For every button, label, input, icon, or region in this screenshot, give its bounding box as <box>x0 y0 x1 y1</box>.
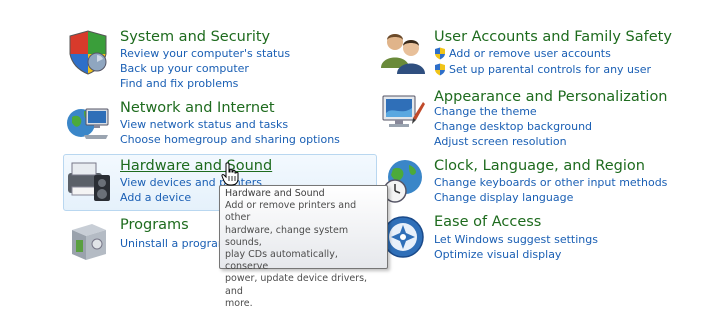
link-add-remove-accounts[interactable]: Add or remove user accounts <box>434 46 611 61</box>
category-title[interactable]: Programs <box>120 216 189 234</box>
tooltip-line: play CDs automatically, conserve <box>225 249 338 273</box>
hand-cursor-icon <box>221 162 239 186</box>
tooltip-title: Hardware and Sound <box>225 188 325 199</box>
monitor-paint-icon <box>382 95 425 127</box>
tooltip-line: hardware, change system sounds, <box>225 224 349 248</box>
tooltip-line: power, update device drivers, and <box>225 273 368 297</box>
tooltip-line: Add or remove printers and other <box>225 200 357 224</box>
link-desktop-background[interactable]: Change desktop background <box>434 119 592 134</box>
link-display-language[interactable]: Change display language <box>434 190 573 205</box>
link-homegroup[interactable]: Choose homegroup and sharing options <box>120 132 340 147</box>
programs-box-icon <box>72 224 106 260</box>
link-keyboards[interactable]: Change keyboards or other input methods <box>434 175 667 190</box>
category-title[interactable]: System and Security <box>120 28 270 46</box>
link-change-theme[interactable]: Change the theme <box>434 104 537 119</box>
network-globe-icon <box>67 108 109 139</box>
link-uninstall[interactable]: Uninstall a program <box>120 236 229 251</box>
link-screen-resolution[interactable]: Adjust screen resolution <box>434 134 567 149</box>
hardware-sound-tooltip: Hardware and Sound Add or remove printer… <box>219 185 388 309</box>
link-network-status[interactable]: View network status and tasks <box>120 117 288 132</box>
link-suggest-settings[interactable]: Let Windows suggest settings <box>434 232 598 247</box>
category-title[interactable]: User Accounts and Family Safety <box>434 28 672 46</box>
link-add-device[interactable]: Add a device <box>120 190 191 205</box>
printer-icon <box>68 162 110 201</box>
link-parental-controls[interactable]: Set up parental controls for any user <box>434 62 651 77</box>
category-title[interactable]: Hardware and Sound <box>120 157 272 175</box>
uac-shield-icon <box>435 47 445 60</box>
tooltip-line: more. <box>225 297 253 309</box>
shield-icon <box>69 30 107 75</box>
uac-shield-icon <box>435 63 445 76</box>
link-review-status[interactable]: Review your computer's status <box>120 46 290 61</box>
link-label[interactable]: Set up parental controls for any user <box>449 63 651 76</box>
category-title[interactable]: Clock, Language, and Region <box>434 157 645 175</box>
link-label[interactable]: Add or remove user accounts <box>449 47 611 60</box>
link-find-fix[interactable]: Find and fix problems <box>120 76 238 91</box>
users-icon <box>381 34 425 74</box>
category-title[interactable]: Network and Internet <box>120 99 275 117</box>
category-title[interactable]: Ease of Access <box>434 213 541 231</box>
link-back-up[interactable]: Back up your computer <box>120 61 249 76</box>
link-optimize-visual[interactable]: Optimize visual display <box>434 247 561 262</box>
